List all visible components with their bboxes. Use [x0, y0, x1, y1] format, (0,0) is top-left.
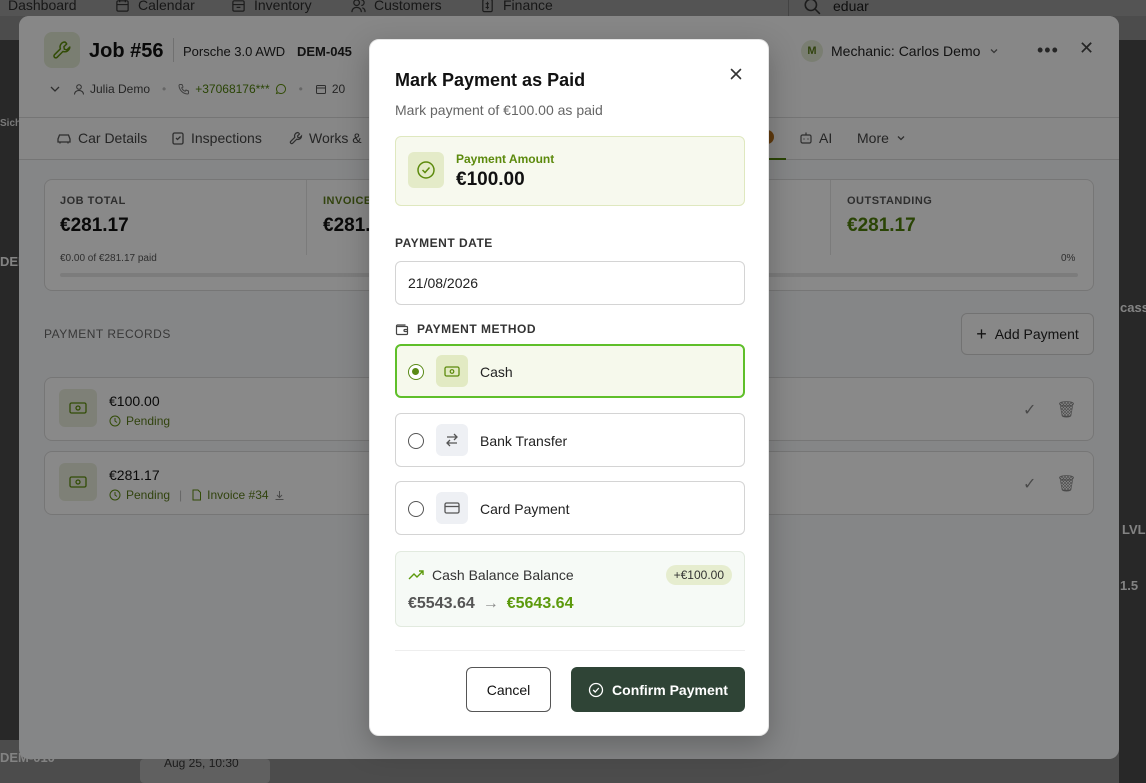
close-icon[interactable] [727, 65, 745, 83]
balance-before: €5543.64 [408, 595, 475, 612]
radio-button[interactable] [408, 433, 424, 449]
cancel-button[interactable]: Cancel [466, 667, 551, 712]
payment-method-label: PAYMENT METHOD [395, 322, 536, 336]
method-option-card[interactable]: Card Payment [395, 481, 745, 535]
balance-change: €5543.64 → €5643.64 [408, 595, 573, 613]
payment-date-label: PAYMENT DATE [395, 236, 493, 250]
method-option-bank-transfer[interactable]: Bank Transfer [395, 413, 745, 467]
balance-title: Cash Balance Balance [408, 567, 574, 583]
divider [395, 650, 745, 651]
radio-button[interactable] [408, 501, 424, 517]
wallet-icon [395, 323, 409, 335]
method-option-cash[interactable]: Cash [395, 344, 745, 398]
payment-amount-value: €100.00 [456, 169, 525, 190]
dialog-subtitle: Mark payment of €100.00 as paid [395, 102, 603, 118]
radio-button[interactable] [408, 364, 424, 380]
payment-amount-card: Payment Amount €100.00 [395, 136, 745, 206]
method-label: Card Payment [480, 501, 570, 517]
method-label: Bank Transfer [480, 433, 568, 449]
balance-change-badge: +€100.00 [665, 565, 732, 585]
check-circle-icon [588, 682, 604, 697]
balance-after: €5643.64 [506, 595, 574, 612]
arrow-right-icon: → [482, 595, 499, 612]
confirm-payment-button[interactable]: Confirm Payment [571, 667, 745, 712]
cash-balance-preview: Cash Balance Balance +€100.00 €5543.64 →… [395, 551, 745, 627]
transfer-icon [436, 424, 468, 456]
dialog-title: Mark Payment as Paid [395, 70, 586, 90]
method-label: Cash [480, 364, 513, 380]
cash-icon [436, 355, 468, 387]
mark-paid-dialog: Mark Payment as Paid Mark payment of €10… [369, 39, 769, 736]
card-icon [436, 492, 468, 524]
payment-date-input[interactable] [395, 261, 745, 305]
check-circle-icon [408, 152, 444, 188]
payment-amount-label: Payment Amount [456, 152, 555, 166]
trending-up-icon [408, 570, 424, 580]
